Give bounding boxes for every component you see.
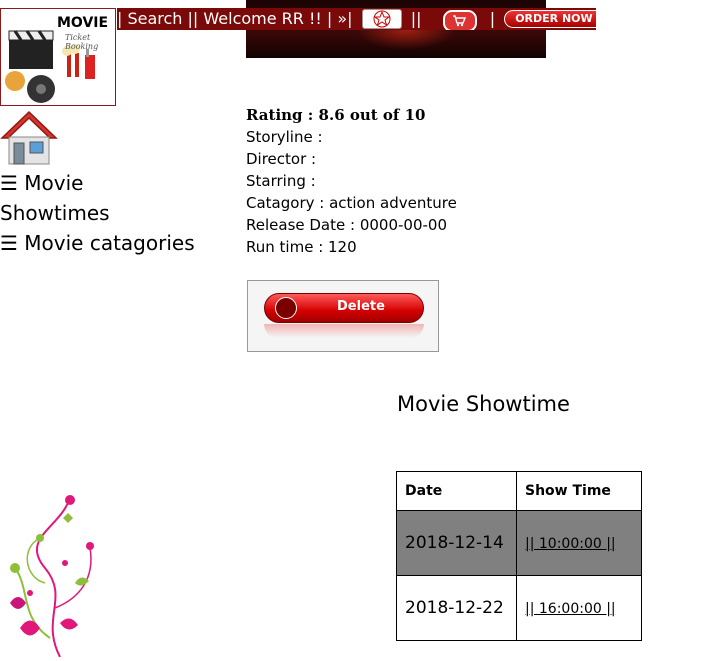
- column-header-date: Date: [396, 471, 517, 511]
- order-now-button[interactable]: ORDER NOW: [504, 10, 596, 28]
- trash-icon: [275, 297, 297, 319]
- showtime-link[interactable]: || 16:00:00 ||: [525, 601, 616, 617]
- sidebar-item-movie-categories[interactable]: ☰ Movie catagories: [0, 228, 200, 258]
- home-icon[interactable]: [0, 110, 58, 170]
- navbar-search-welcome[interactable]: | Search || Welcome RR !! | »|: [117, 8, 353, 30]
- delete-button[interactable]: Delete: [247, 280, 439, 352]
- top-navbar: | Search || Welcome RR !! | »| || | ORDE…: [117, 8, 596, 30]
- column-header-show-time: Show Time: [516, 471, 642, 511]
- sidebar-item-showtimes[interactable]: Showtimes: [0, 198, 200, 228]
- cart-button[interactable]: [442, 10, 477, 30]
- movie-director: Director :: [246, 150, 317, 168]
- movie-category: Catagory : action adventure: [246, 194, 457, 212]
- logo-title: MOVIE: [57, 15, 109, 31]
- delete-button-face[interactable]: Delete: [264, 293, 424, 323]
- delete-button-label: Delete: [337, 299, 385, 314]
- sidebar-item-movie[interactable]: ☰ Movie: [0, 168, 200, 198]
- favorites-button[interactable]: [361, 9, 402, 29]
- movie-release-date: Release Date : 0000-00-00: [246, 216, 447, 234]
- navbar-separator: ||: [410, 9, 422, 28]
- showtime-time-cell: || 10:00:00 ||: [516, 510, 642, 576]
- showtime-link[interactable]: || 10:00:00 ||: [525, 536, 616, 552]
- showtime-table: Date Show Time 2018-12-14 || 10:00:00 ||…: [396, 471, 642, 641]
- table-row: 2018-12-14 || 10:00:00 ||: [396, 510, 642, 576]
- table-row: 2018-12-22 || 16:00:00 ||: [396, 575, 642, 641]
- logo-subtitle: Ticket Booking: [65, 33, 99, 51]
- table-header-row: Date Show Time: [396, 471, 642, 511]
- star-icon: [373, 10, 391, 28]
- movie-storyline: Storyline :: [246, 128, 323, 146]
- showtime-time-cell: || 16:00:00 ||: [516, 575, 642, 641]
- movie-runtime: Run time : 120: [246, 238, 357, 256]
- movie-rating: Rating : 8.6 out of 10: [246, 106, 426, 124]
- button-reflection: [264, 324, 424, 338]
- movie-details: Rating : 8.6 out of 10 Storyline : Direc…: [246, 104, 457, 258]
- cart-icon: [452, 15, 466, 27]
- movie-starring: Starring :: [246, 172, 316, 190]
- showtime-date: 2018-12-14: [396, 510, 517, 576]
- navbar-separator-2: |: [489, 9, 496, 28]
- showtime-title: Movie Showtime: [397, 392, 570, 416]
- site-logo[interactable]: MOVIE Ticket Booking: [0, 8, 116, 106]
- showtime-date: 2018-12-22: [396, 575, 517, 641]
- floral-decoration: [0, 488, 110, 661]
